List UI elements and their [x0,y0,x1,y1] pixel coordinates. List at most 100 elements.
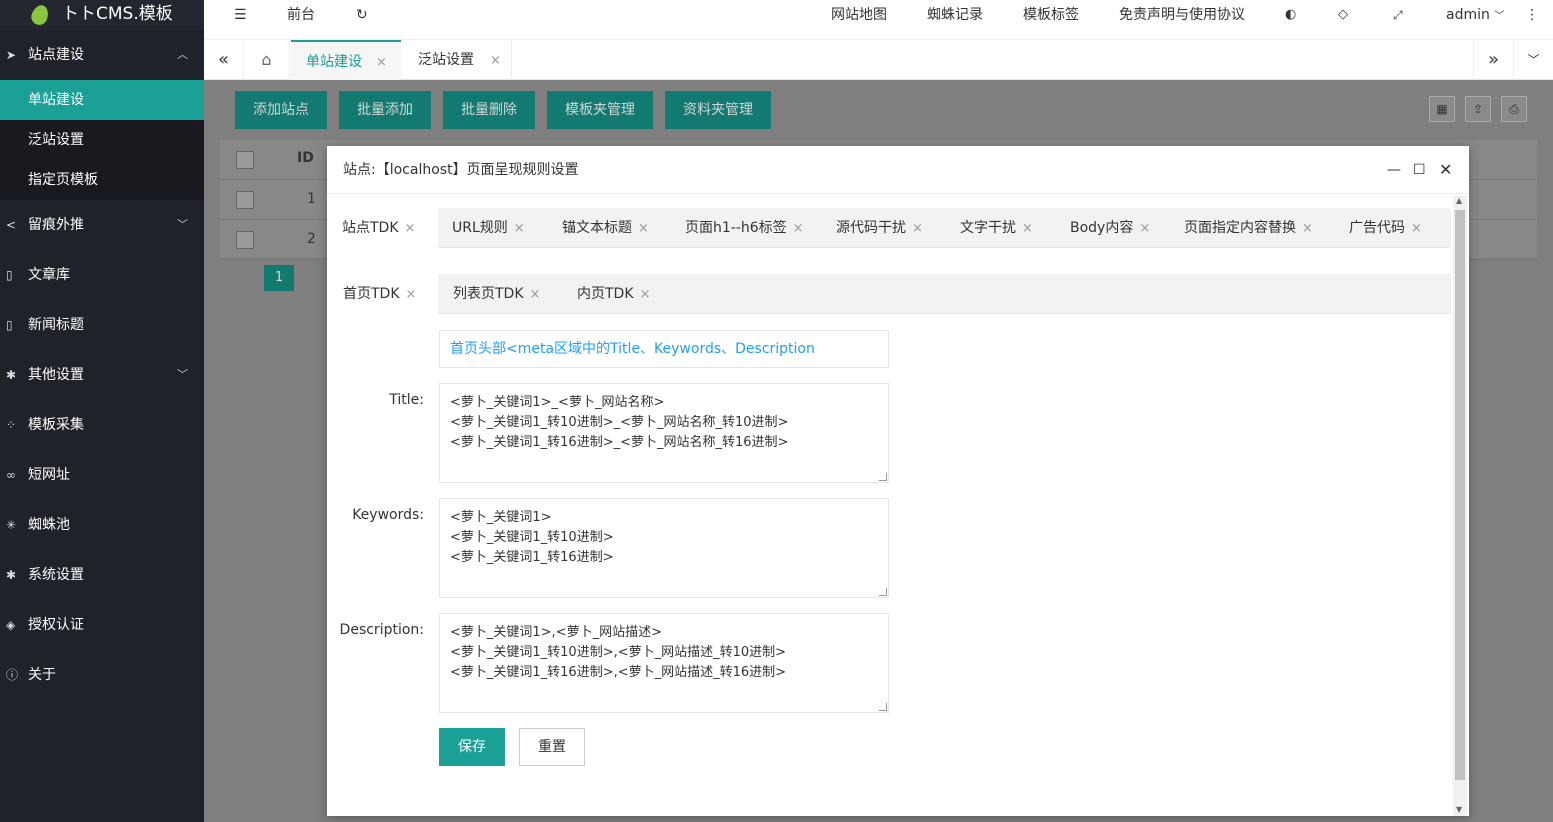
batch-add-button[interactable]: 批量添加 [339,91,431,129]
sidebar-item-spider-pool[interactable]: ✳ 蜘蛛池 [0,500,204,550]
tab-ad-code[interactable]: 广告代码 × [1349,208,1422,248]
close-icon[interactable]: × [1411,221,1422,236]
close-icon[interactable]: × [376,55,387,70]
tab-site-tdk[interactable]: 站点TDK × [327,208,438,248]
sidebar-item-label: 系统设置 [28,567,84,583]
keywords-textarea[interactable]: <萝卜_关键词1> <萝卜_关键词1_转10进制> <萝卜_关键词1_转16进制… [439,498,889,598]
title-textarea[interactable]: <萝卜_关键词1>_<萝卜_网站名称> <萝卜_关键词1_转10进制>_<萝卜_… [439,383,889,483]
tab-label: 列表页TDK [453,286,524,302]
tab-label: 泛站设置 [418,52,474,68]
export-icon[interactable]: ⇪ [1465,96,1491,122]
tab-single-site[interactable]: 单站建设 × [291,40,401,80]
row-checkbox[interactable] [236,191,254,209]
select-all-checkbox[interactable] [236,151,254,169]
sidebar-item-about[interactable]: ⓘ 关于 [0,650,204,700]
tab-content-replace[interactable]: 页面指定内容替换 × [1184,208,1313,248]
disclaimer-link[interactable]: 免责声明与使用协议 [1119,0,1245,30]
add-site-button[interactable]: 添加站点 [235,91,327,129]
sidebar: トトCMS.模板 ➤ 站点建设 ︿ 单站建设 泛站设置 指定页模板 < 留痕外推… [0,0,204,822]
more-icon[interactable]: ⋮ [1525,0,1539,30]
minimize-icon[interactable]: — [1387,146,1401,194]
tab-h-tags[interactable]: 页面h1--h6标签 × [685,208,804,248]
sidebar-item-other-settings[interactable]: ✱ 其他设置 ﹀ [0,350,204,400]
template-tags-link[interactable]: 模板标签 [1023,0,1079,30]
sidebar-item-trace[interactable]: < 留痕外推 ﹀ [0,200,204,250]
title-value: <萝卜_关键词1>_<萝卜_网站名称> <萝卜_关键词1_转10进制>_<萝卜_… [450,395,789,450]
sidebar-item-label: 短网址 [28,467,70,483]
close-icon[interactable]: × [405,221,416,236]
resize-grip-icon[interactable] [879,473,887,481]
tab-home-tdk[interactable]: 首页TDK × [327,274,438,314]
page-tabs-bar: « ⌂ 单站建设 × 泛站设置 × » ﹀ [204,40,1553,80]
close-icon[interactable]: × [1139,221,1150,236]
sidebar-item-system-settings[interactable]: ✱ 系统设置 [0,550,204,600]
tab-body-content[interactable]: Body内容 × [1070,208,1150,248]
fullscreen-icon[interactable]: ⤢ [1393,0,1403,30]
scroll-up-icon[interactable]: ▲ [1456,196,1462,205]
scroll-thumb[interactable] [1455,210,1465,780]
subitem-pan-site[interactable]: 泛站设置 [0,120,204,160]
sidebar-item-template-collect[interactable]: ⁘ 模板采集 [0,400,204,450]
user-menu[interactable]: admin ﹀ [1446,0,1504,30]
resize-grip-icon[interactable] [879,703,887,711]
tab-source-interference[interactable]: 源代码干扰 × [836,208,923,248]
page-current[interactable]: 1 [264,265,294,291]
id-header: ID [297,150,314,166]
tab-anchor-title[interactable]: 锚文本标题 × [562,208,649,248]
close-icon[interactable]: × [793,221,804,236]
close-icon[interactable]: × [1022,221,1033,236]
tab-list-tdk[interactable]: 列表页TDK × [453,274,540,314]
close-icon[interactable]: × [638,221,649,236]
subitem-page-template[interactable]: 指定页模板 [0,160,204,200]
sidebar-item-articles[interactable]: ▯ 文章库 [0,250,204,300]
sidebar-item-news-titles[interactable]: ▯ 新闻标题 [0,300,204,350]
close-icon[interactable]: × [490,53,501,68]
columns-icon[interactable]: ▦ [1429,96,1455,122]
data-folder-button[interactable]: 资料夹管理 [665,91,771,129]
palette-icon[interactable]: ◐ [1285,0,1296,30]
tab-url-rules[interactable]: URL规则 × [452,208,525,248]
scroll-down-icon[interactable]: ▼ [1456,805,1462,814]
tabs-left-icon[interactable]: « [204,40,244,80]
resize-grip-icon[interactable] [879,588,887,596]
close-icon[interactable]: × [406,287,417,302]
refresh-icon[interactable]: ↻ [356,0,368,30]
dialog-scrollbar[interactable]: ▲ ▼ [1453,196,1467,816]
description-textarea[interactable]: <萝卜_关键词1>,<萝卜_网站描述> <萝卜_关键词1_转10进制>,<萝卜_… [439,613,889,713]
tab-inner-tdk[interactable]: 内页TDK × [577,274,650,314]
sidebar-item-label: 新闻标题 [28,317,84,333]
sidebar-item-site-build[interactable]: ➤ 站点建设 ︿ [0,30,204,80]
spider-log-link[interactable]: 蜘蛛记录 [927,0,983,30]
close-icon[interactable]: × [1302,221,1313,236]
menu-toggle-icon[interactable]: ☰ [234,0,247,30]
sidebar-item-label: 模板采集 [28,417,84,433]
template-folder-button[interactable]: 模板夹管理 [547,91,653,129]
tabs-menu-icon[interactable]: ﹀ [1513,40,1553,80]
row-checkbox[interactable] [236,231,254,249]
sidebar-item-short-url[interactable]: ∞ 短网址 [0,450,204,500]
logo[interactable]: トトCMS.模板 [0,0,204,30]
close-icon[interactable]: × [640,287,651,302]
keywords-value: <萝卜_关键词1> <萝卜_关键词1_转10进制> <萝卜_关键词1_转16进制… [450,510,614,565]
file-icon: ▯ [6,318,13,332]
save-button[interactable]: 保存 [439,728,505,766]
print-icon[interactable]: ⎙ [1501,96,1527,122]
reset-button[interactable]: 重置 [519,728,585,766]
maximize-icon[interactable]: ☐ [1413,146,1426,194]
close-icon[interactable]: × [514,221,525,236]
tab-pan-site[interactable]: 泛站设置 × [402,40,512,80]
sitemap-link[interactable]: 网站地图 [831,0,887,30]
tabs-right-icon[interactable]: » [1473,40,1513,80]
tag-icon[interactable]: ◇ [1338,0,1348,30]
close-icon[interactable]: × [912,221,923,236]
sidebar-item-license[interactable]: ◈ 授权认证 [0,600,204,650]
batch-delete-button[interactable]: 批量删除 [443,91,535,129]
tab-text-interference[interactable]: 文字干扰 × [960,208,1033,248]
home-icon[interactable]: ⌂ [244,40,290,80]
frontend-link[interactable]: 前台 [287,0,315,30]
leaf-logo-icon [29,2,51,28]
send-icon: ➤ [6,48,17,62]
subitem-single-site[interactable]: 单站建设 [0,80,204,120]
close-icon[interactable]: ✕ [1439,146,1452,194]
close-icon[interactable]: × [530,287,541,302]
